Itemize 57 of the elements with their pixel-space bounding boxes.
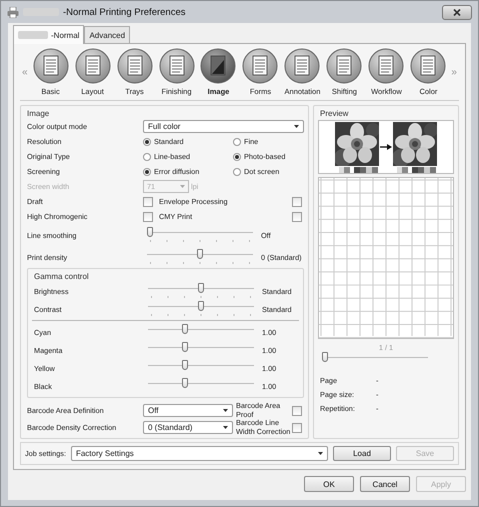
close-icon xyxy=(453,8,461,16)
page-icon xyxy=(200,48,236,84)
checkbox[interactable] xyxy=(292,422,302,432)
window-title: -Normal Printing Preferences xyxy=(63,6,186,18)
slider[interactable] xyxy=(147,249,253,265)
slider[interactable] xyxy=(148,283,254,299)
slider-thumb[interactable] xyxy=(198,283,204,293)
slider-thumb[interactable] xyxy=(182,342,188,352)
group-title: Image xyxy=(25,108,52,119)
slider-thumb[interactable] xyxy=(198,301,204,311)
page-icon xyxy=(410,48,446,84)
slider-thumb[interactable] xyxy=(182,378,188,388)
blurred-text xyxy=(18,31,48,39)
radio-button[interactable] xyxy=(233,168,241,176)
dropdown[interactable]: Off xyxy=(143,404,233,417)
caret-icon xyxy=(180,185,185,188)
checkbox[interactable] xyxy=(292,406,302,416)
slider[interactable] xyxy=(148,301,254,317)
checkbox[interactable] xyxy=(143,212,153,222)
dropdown[interactable]: 0 (Standard) xyxy=(143,421,233,434)
caret-icon xyxy=(294,125,299,128)
page-icon xyxy=(32,48,69,84)
caret-icon xyxy=(223,409,228,412)
caret-icon xyxy=(223,426,228,429)
slider-thumb[interactable] xyxy=(322,352,328,362)
close-button[interactable] xyxy=(442,4,472,20)
slider-thumb[interactable] xyxy=(147,227,153,237)
caret-icon xyxy=(318,452,323,455)
dropdown[interactable]: Factory Settings xyxy=(70,446,328,461)
dialog-button[interactable]: Cancel xyxy=(360,476,410,492)
page-icon xyxy=(242,48,278,84)
printer-icon xyxy=(7,6,19,18)
page-icon xyxy=(74,48,111,84)
page-icon xyxy=(116,48,153,84)
group-title: Gamma control xyxy=(32,271,91,282)
radio-button[interactable] xyxy=(143,138,151,146)
slider-thumb[interactable] xyxy=(182,324,188,334)
radio-button[interactable] xyxy=(143,152,151,160)
page-icon xyxy=(284,48,320,84)
checkbox[interactable] xyxy=(143,196,153,206)
checkbox[interactable] xyxy=(292,196,302,206)
dialog-button[interactable]: OK xyxy=(304,476,354,492)
checkbox[interactable] xyxy=(292,212,302,222)
slider-thumb[interactable] xyxy=(182,360,188,370)
radio-button[interactable] xyxy=(233,138,241,146)
tab[interactable]: -Normal xyxy=(13,25,84,44)
page-icon xyxy=(368,48,404,84)
tab[interactable]: Advanced xyxy=(84,26,130,43)
slider-thumb[interactable] xyxy=(197,249,203,259)
slider[interactable] xyxy=(147,227,253,243)
page-icon xyxy=(158,48,194,84)
page-icon xyxy=(326,48,362,84)
arrow-icon xyxy=(380,144,392,150)
job-button[interactable]: Load xyxy=(333,446,391,461)
radio-button[interactable] xyxy=(143,168,151,176)
radio-button[interactable] xyxy=(233,152,241,160)
dropdown[interactable]: Full color xyxy=(143,120,304,133)
